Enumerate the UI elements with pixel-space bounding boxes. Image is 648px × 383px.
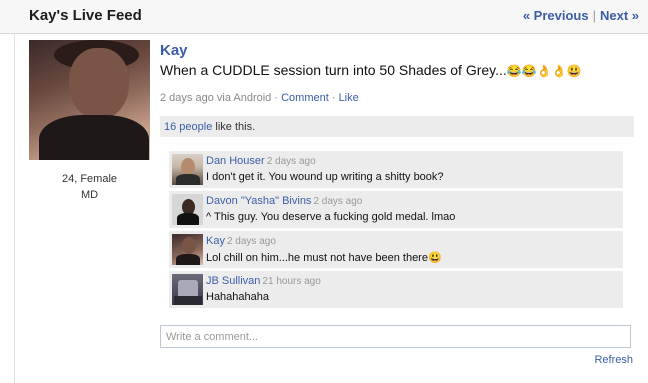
left-divider [14, 34, 15, 383]
comment-time: 2 days ago [313, 196, 363, 207]
comment-text: Hahahahaha [206, 291, 270, 303]
previous-link[interactable]: « Previous [523, 8, 589, 23]
comment-item: Dan Houser 2 days ago I don't get it. You… [169, 151, 623, 188]
post-timestamp: 2 days ago via Android [160, 92, 272, 104]
person-avatar-icon[interactable] [172, 194, 203, 225]
comment-header: JB Sullivan 21 hours ago [206, 275, 321, 287]
like-link[interactable]: Like [339, 92, 359, 104]
meta-dot: · [271, 92, 282, 104]
post-emoji: 😂😂👌👌😃 [506, 64, 582, 78]
comment-item: Davon "Yasha" Bivins 2 days ago ^ This gu… [169, 191, 623, 228]
post-status-message: When a CUDDLE session turn into 50 Shade… [160, 62, 507, 78]
comment-header: Kay 2 days ago [206, 235, 276, 247]
comment-header: Davon "Yasha" Bivins 2 days ago [206, 195, 362, 207]
comment-time: 2 days ago [266, 156, 316, 167]
likes-suffix: like this. [212, 121, 256, 133]
comment-time: 21 hours ago [262, 276, 321, 287]
avatar-body [39, 115, 149, 160]
comment-item: Kay 2 days ago Lol chill on him...he must… [169, 231, 623, 268]
next-link[interactable]: Next » [600, 8, 639, 23]
comment-author-link[interactable]: Dan Houser [206, 155, 265, 167]
person-avatar-icon[interactable] [172, 274, 203, 305]
comment-author-link[interactable]: JB Sullivan [206, 275, 260, 287]
feed-title: Kay's Live Feed [29, 7, 142, 24]
post-author-link[interactable]: Kay [160, 42, 188, 59]
likes-summary: 16 people like this. [160, 116, 634, 137]
post-meta: 2 days ago via Android · Comment · Like [160, 92, 359, 104]
avatar-face [69, 48, 129, 120]
person-avatar-icon[interactable] [172, 234, 203, 265]
post-status-text: When a CUDDLE session turn into 50 Shade… [160, 62, 582, 78]
comment-text: I don't get it. You wound up writing a s… [206, 171, 444, 183]
meta-dot: · [328, 92, 339, 104]
comment-author-link[interactable]: Kay [206, 235, 225, 247]
comment-link[interactable]: Comment [281, 92, 329, 104]
comment-input[interactable] [160, 325, 631, 348]
comment-text: Lol chill on him...he must not have been… [206, 252, 442, 264]
comment-text: ^ This guy. You deserve a fucking gold m… [206, 211, 456, 223]
pagination: « Previous | Next » [523, 8, 639, 23]
profile-age-gender: 24, Female [61, 173, 118, 185]
pagination-separator: | [592, 8, 596, 23]
profile-avatar[interactable] [29, 40, 150, 160]
comment-time: 2 days ago [226, 236, 276, 247]
feed-header: Kay's Live Feed « Previous | Next » [0, 0, 648, 34]
comment-header: Dan Houser 2 days ago [206, 155, 316, 167]
person-avatar-icon[interactable] [172, 154, 203, 185]
refresh-link[interactable]: Refresh [594, 354, 633, 366]
comment-author-link[interactable]: Davon "Yasha" Bivins [206, 195, 311, 207]
likes-count-link[interactable]: 16 people [164, 121, 212, 133]
profile-location: MD [80, 189, 99, 201]
profile-info: 24, Female MD [29, 171, 150, 203]
comment-item: JB Sullivan 21 hours ago Hahahahaha [169, 271, 623, 308]
